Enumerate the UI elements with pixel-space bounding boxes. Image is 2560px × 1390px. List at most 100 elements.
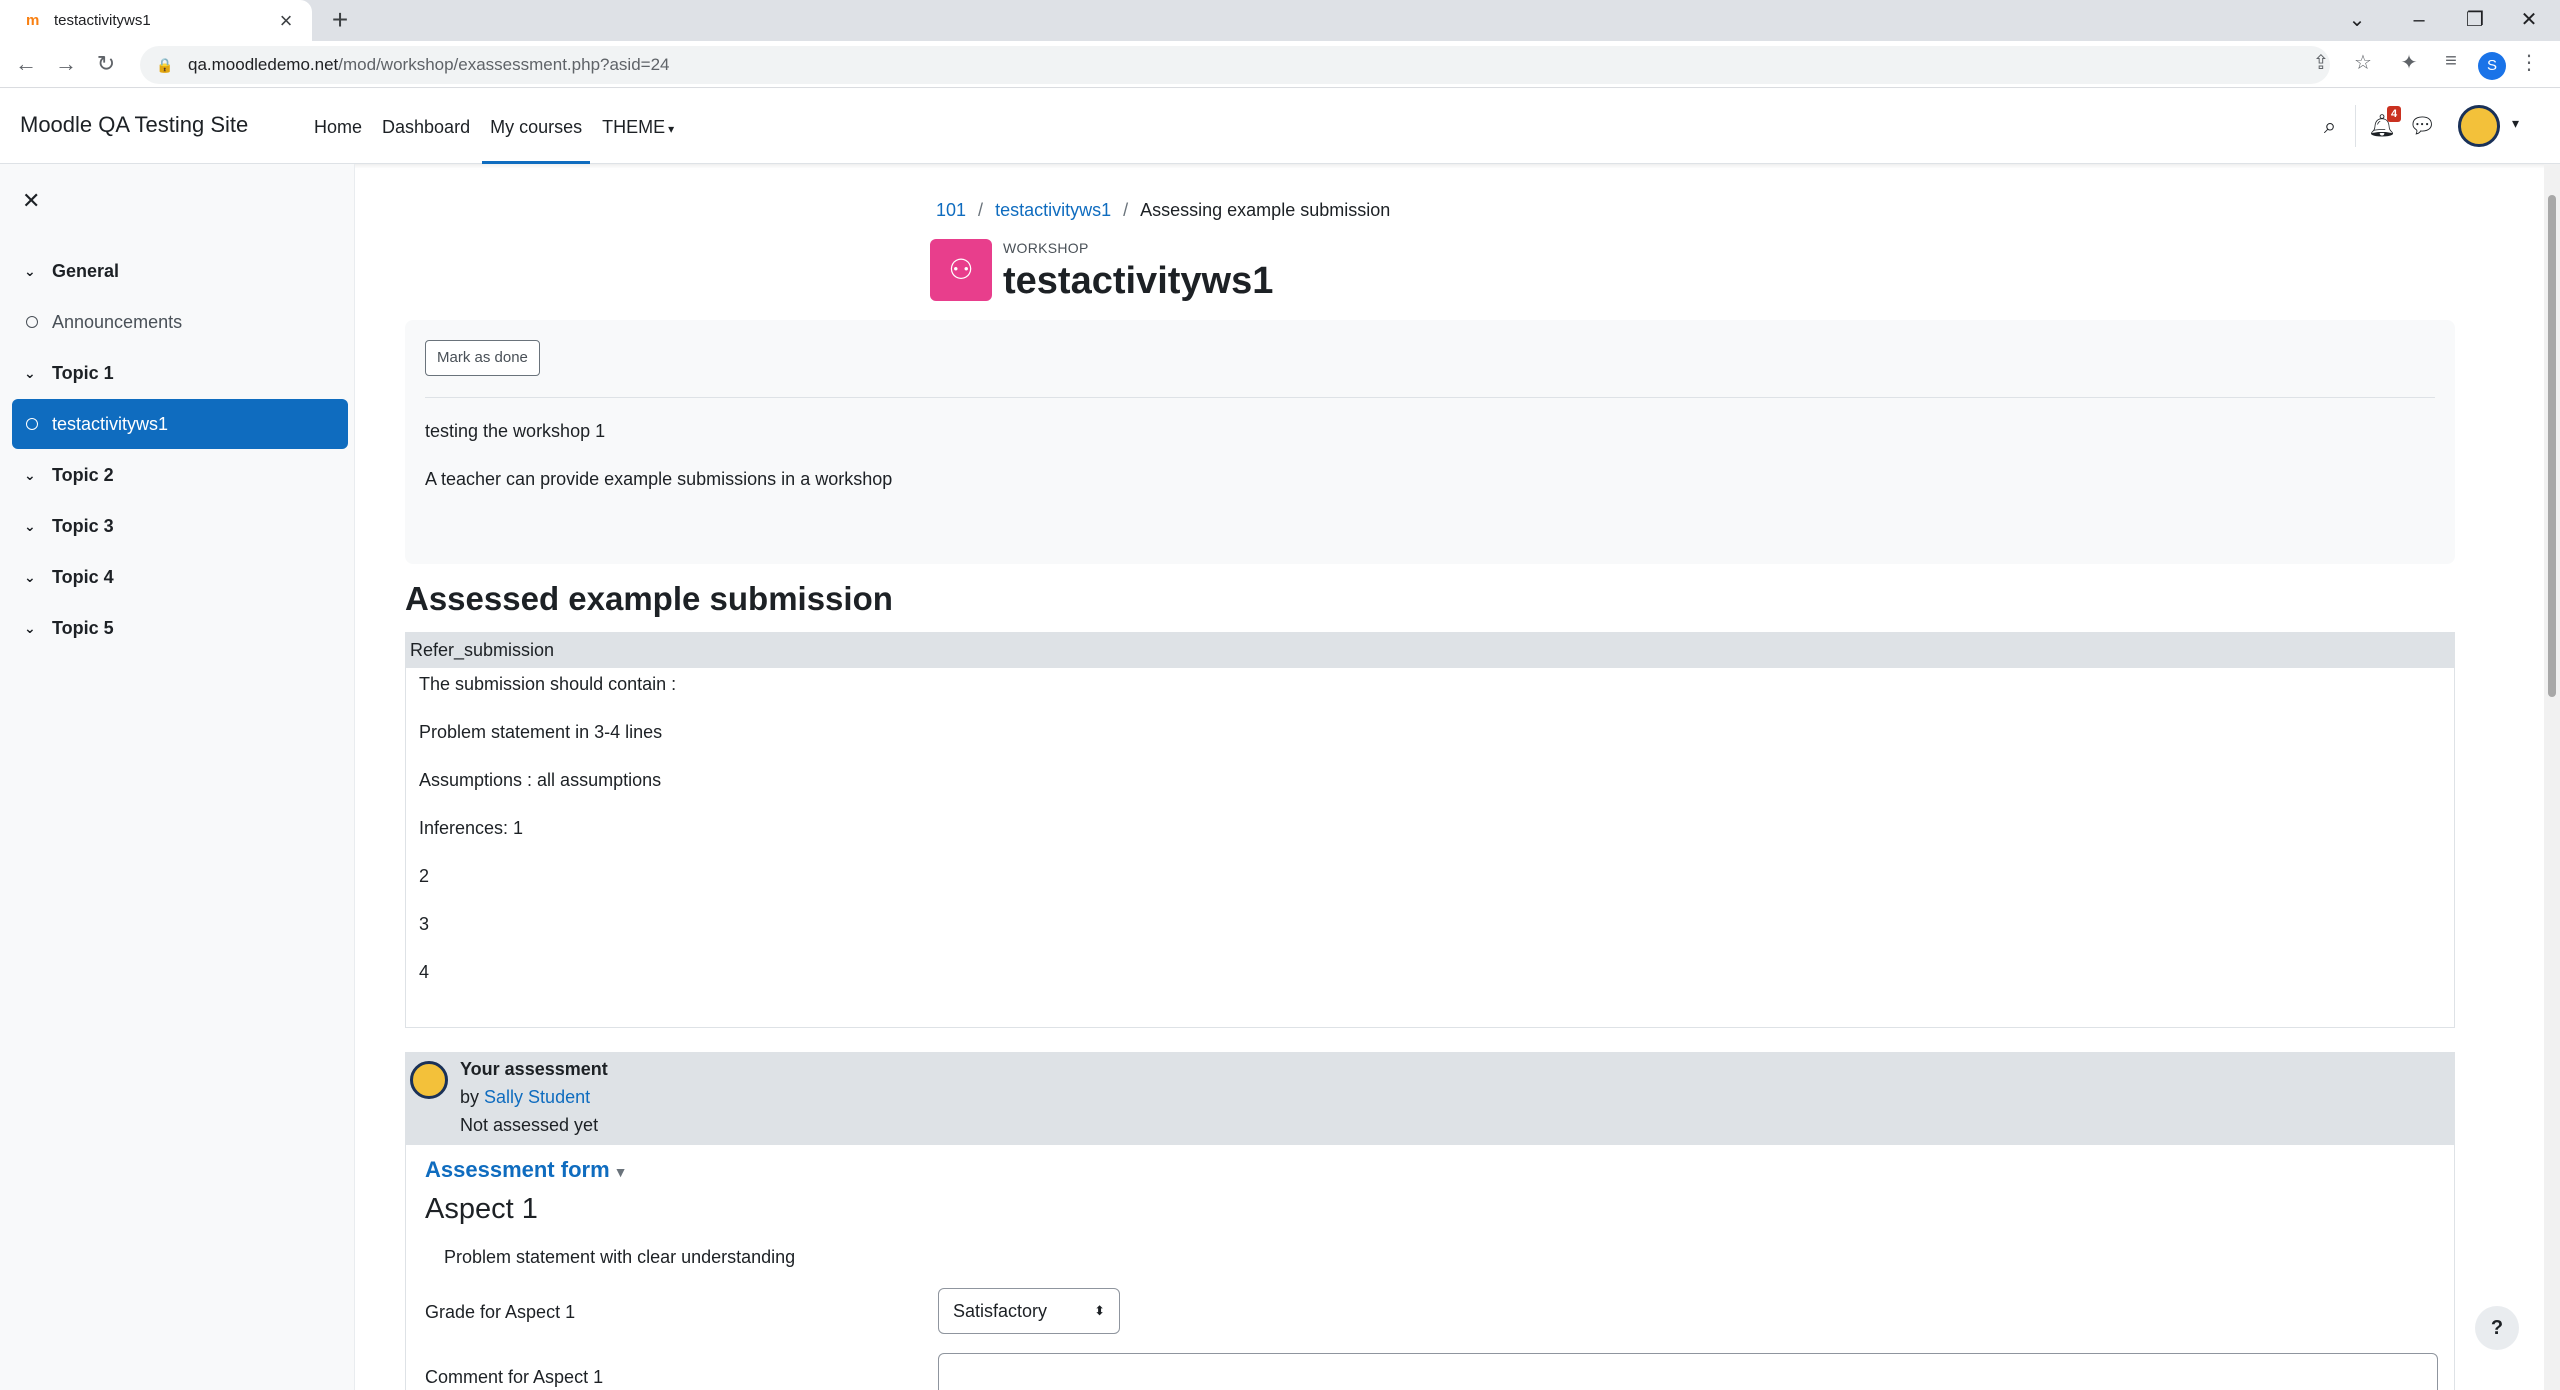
activity-type: WORKSHOP: [1003, 240, 1089, 256]
tab-search-icon[interactable]: ⌄: [2328, 0, 2386, 41]
page-title: testactivityws1: [1003, 260, 1274, 302]
caret-down-icon: ▼: [613, 1164, 628, 1180]
drawer-item-label: Topic 5: [52, 617, 114, 638]
nav-my-courses[interactable]: My courses: [482, 89, 591, 164]
chevron-down-icon[interactable]: ⌄: [24, 518, 38, 535]
reload-icon[interactable]: ↻: [90, 49, 122, 81]
chevron-down-icon[interactable]: ⌄: [24, 467, 38, 484]
divider: [425, 397, 2435, 398]
navbar-divider: [2355, 105, 2356, 147]
drawer-item-label: Topic 3: [52, 515, 114, 536]
breadcrumb: 101 / testactivityws1 / Assessing exampl…: [936, 200, 1390, 221]
back-icon[interactable]: ←: [10, 49, 42, 81]
nav-home[interactable]: Home: [306, 89, 370, 164]
chevron-down-icon: ▾: [668, 122, 675, 136]
your-assessment: Your assessment by Sally Student Not ass…: [405, 1052, 2455, 1390]
submission-line: The submission should contain :: [419, 674, 677, 694]
grade-select[interactable]: Satisfactory ⬍: [938, 1288, 1120, 1334]
search-icon[interactable]: ⌕: [2315, 113, 2345, 139]
share-icon[interactable]: ⇪: [2306, 50, 2336, 75]
aspect-description: Problem statement with clear understandi…: [444, 1247, 796, 1267]
nav-dashboard[interactable]: Dashboard: [374, 89, 478, 164]
drawer-section-topic-3[interactable]: ⌄ Topic 3: [12, 501, 348, 551]
breadcrumb-separator: /: [978, 200, 984, 220]
help-button[interactable]: ?: [2475, 1306, 2519, 1350]
user-avatar[interactable]: [2458, 105, 2500, 147]
nav-theme[interactable]: THEME ▾: [594, 89, 682, 164]
drawer-section-topic-5[interactable]: ⌄ Topic 5: [12, 603, 348, 653]
drawer-section-general[interactable]: ⌄ General: [12, 246, 348, 296]
address-bar[interactable]: 🔒 qa.moodledemo.net/mod/workshop/exasses…: [140, 46, 2330, 84]
notification-count-badge: 4: [2387, 106, 2401, 122]
drawer-section-topic-1[interactable]: ⌄ Topic 1: [12, 348, 348, 398]
example-submission: Refer_submission The submission should c…: [405, 632, 2455, 1028]
assessment-status: Not assessed yet: [460, 1115, 599, 1135]
drawer-item-label: Topic 4: [52, 566, 114, 587]
chevron-down-icon[interactable]: ⌄: [24, 569, 38, 586]
submission-title: Refer_submission: [406, 633, 2454, 668]
activity-description: testing the workshop 1: [425, 421, 606, 441]
assessment-author: by Sally Student: [460, 1087, 590, 1108]
drawer-section-topic-2[interactable]: ⌄ Topic 2: [12, 450, 348, 500]
aspect-title: Aspect 1: [425, 1193, 538, 1225]
lock-icon: 🔒: [156, 56, 174, 73]
submission-line: 4: [419, 962, 430, 982]
reading-list-icon[interactable]: ≡: [2436, 50, 2466, 73]
drawer-activity-testactivityws1[interactable]: testactivityws1: [12, 399, 348, 449]
submission-line: 2: [419, 866, 430, 886]
primary-navigation: Home Dashboard My courses THEME ▾: [306, 89, 686, 164]
assessment-title: Your assessment: [460, 1059, 608, 1079]
submission-line: Assumptions : all assumptions: [419, 770, 662, 790]
breadcrumb-separator: /: [1123, 200, 1129, 220]
minimize-icon[interactable]: –: [2390, 0, 2448, 41]
chrome-menu-icon[interactable]: ⋮: [2514, 50, 2544, 75]
drawer-item-label: General: [52, 260, 120, 281]
site-name[interactable]: Moodle QA Testing Site: [20, 112, 248, 138]
nav-theme-label: THEME: [602, 117, 666, 137]
browser-tabstrip: m testactivityws1 × + ⌄ – ❐ ✕: [0, 0, 2560, 41]
course-index-drawer: ✕ ⌄ General Announcements ⌄ Topic 1 testac…: [0, 164, 355, 1390]
author-link[interactable]: Sally Student: [484, 1087, 590, 1107]
close-tab-icon[interactable]: ×: [272, 7, 300, 35]
restore-icon[interactable]: ❐: [2446, 0, 2504, 41]
workshop-icon: ⚇: [930, 239, 992, 301]
messages-icon[interactable]: 💬︎: [2407, 113, 2437, 139]
drawer-item-label: Topic 1: [52, 362, 114, 383]
completion-circle-icon: [26, 316, 38, 328]
completion-circle-icon: [26, 418, 38, 430]
grade-select-value: Satisfactory: [953, 1301, 1048, 1321]
breadcrumb-course[interactable]: 101: [936, 200, 966, 221]
new-tab-icon[interactable]: +: [324, 5, 356, 37]
browser-tab[interactable]: m testactivityws1 ×: [0, 0, 312, 41]
comment-textarea[interactable]: [938, 1353, 2438, 1390]
activity-instructions: A teacher can provide example submission…: [425, 469, 893, 489]
submission-line: Problem statement in 3-4 lines: [419, 722, 663, 742]
close-window-icon[interactable]: ✕: [2500, 0, 2558, 41]
section-heading: Assessed example submission: [405, 580, 893, 617]
bookmark-star-icon[interactable]: ☆: [2348, 50, 2378, 75]
browser-profile-avatar[interactable]: S: [2478, 52, 2506, 80]
breadcrumb-activity[interactable]: testactivityws1: [995, 200, 1111, 221]
select-arrows-icon: ⬍: [1094, 1303, 1105, 1318]
form-toggle-label: Assessment form: [425, 1157, 610, 1182]
drawer-item-label: Topic 2: [52, 464, 114, 485]
assessment-form-toggle[interactable]: Assessment form ▼: [425, 1157, 628, 1183]
tab-title: testactivityws1: [54, 12, 151, 29]
drawer-activity-announcements[interactable]: Announcements: [12, 297, 348, 347]
chevron-down-icon[interactable]: ⌄: [24, 620, 38, 637]
moodle-navbar: Moodle QA Testing Site Home Dashboard My…: [0, 89, 2560, 164]
user-menu-chevron-icon[interactable]: ▾: [2512, 115, 2519, 132]
extensions-icon[interactable]: ✦: [2394, 50, 2424, 75]
activity-info-box: Mark as done testing the workshop 1 A te…: [405, 320, 2455, 564]
scrollbar-thumb[interactable]: [2548, 195, 2556, 697]
browser-toolbar: ← → ↻ 🔒 qa.moodledemo.net/mod/workshop/e…: [0, 41, 2560, 88]
close-drawer-icon[interactable]: ✕: [22, 188, 40, 214]
comment-label: Comment for Aspect 1: [425, 1367, 604, 1387]
drawer-section-topic-4[interactable]: ⌄ Topic 4: [12, 552, 348, 602]
avatar: [410, 1061, 448, 1099]
chevron-down-icon[interactable]: ⌄: [24, 263, 38, 280]
moodle-favicon-icon: m: [26, 11, 40, 29]
forward-icon[interactable]: →: [50, 49, 82, 81]
mark-as-done-button[interactable]: Mark as done: [425, 340, 540, 376]
chevron-down-icon[interactable]: ⌄: [24, 365, 38, 382]
